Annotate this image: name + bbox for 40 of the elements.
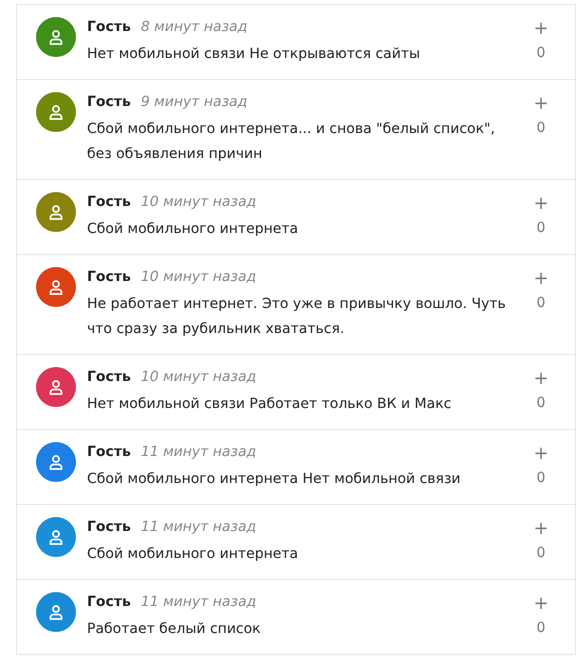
comment-text: Не работает интернет. Это уже в привычку вошло. Чуть что сразу за рубильник хвататься. — [87, 295, 507, 339]
comment-time: 9 минут назад — [140, 93, 248, 112]
author-name: Гость — [87, 593, 131, 612]
author-name: Гость — [87, 193, 131, 212]
comment-time: 10 минут назад — [140, 268, 256, 287]
upvote-button[interactable]: + — [533, 267, 549, 291]
comment-time: 11 минут назад — [140, 593, 256, 612]
comment-text: Нет мобильной связи Не открываются сайты — [87, 45, 422, 64]
vote-count: 0 — [536, 469, 546, 488]
vote-count: 0 — [536, 394, 546, 413]
comment-time: 11 минут назад — [140, 443, 256, 462]
author-name: Гость — [87, 93, 131, 112]
author-name: Гость — [87, 518, 131, 537]
comment-text: Сбой мобильного интернета — [87, 545, 300, 564]
vote-count: 0 — [536, 44, 546, 63]
author-name: Гость — [87, 443, 131, 462]
comment-time: 8 минут назад — [140, 18, 248, 37]
author-name: Гость — [87, 268, 131, 287]
comment-time: 10 минут назад — [140, 193, 256, 212]
comment-text: Сбой мобильного интернета... и снова "белый список", без объявления причин — [87, 120, 496, 164]
upvote-button[interactable]: + — [533, 92, 549, 116]
comment-time: 10 минут назад — [140, 368, 256, 387]
vote-count: 0 — [536, 544, 546, 563]
author-name: Гость — [87, 18, 131, 37]
vote-count: 0 — [536, 619, 546, 638]
upvote-button[interactable]: + — [533, 517, 549, 541]
comment-text: Нет мобильной связи Работает только ВК и Макс — [87, 395, 452, 414]
upvote-button[interactable]: + — [533, 17, 549, 41]
upvote-button[interactable]: + — [533, 192, 549, 216]
author-name: Гость — [87, 368, 131, 387]
comment-text: Сбой мобильного интернета Нет мобильной связи — [87, 470, 462, 489]
comment-text: Сбой мобильного интернета — [87, 220, 300, 239]
comment-text: Работает белый список — [87, 620, 262, 639]
upvote-button[interactable]: + — [533, 367, 549, 391]
upvote-button[interactable]: + — [533, 442, 549, 466]
vote-count: 0 — [536, 219, 546, 238]
vote-count: 0 — [536, 119, 546, 138]
vote-count: 0 — [536, 294, 546, 313]
upvote-button[interactable]: + — [533, 592, 549, 616]
comment-time: 11 минут назад — [140, 518, 256, 537]
